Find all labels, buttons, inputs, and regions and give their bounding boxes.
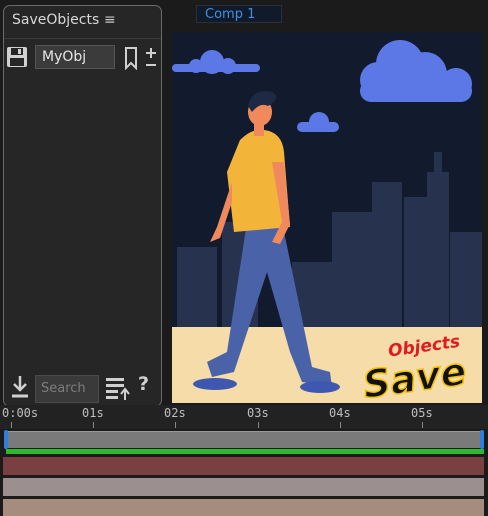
time-label: 01s [82,406,104,420]
ruler-tick [11,422,12,428]
layer-bar[interactable] [3,499,484,516]
comp-viewer: Objects Save [172,32,482,403]
help-icon[interactable]: ? [138,373,149,395]
time-ruler[interactable]: 0:00s 01s 02s 03s 04s 05s [0,405,488,429]
render-status-bar [6,449,484,454]
layer-bar[interactable] [3,457,484,475]
work-area-bar[interactable] [6,431,484,448]
saveobjects-panel: SaveObjects ≡ MyObj Search ... [3,5,162,422]
panel-title: SaveObjects [12,12,100,28]
ruler-tick [175,422,176,428]
ruler-tick [93,422,94,428]
search-input[interactable]: Search ... [35,375,99,422]
save-icon[interactable] [6,46,28,72]
work-area-start-handle[interactable] [4,430,8,449]
time-label: 05s [411,406,433,420]
tab-comp-1[interactable]: Comp 1 [196,5,282,23]
time-label: 03s [247,406,269,420]
object-name-field[interactable]: MyObj [35,45,115,69]
export-list-icon[interactable] [105,374,131,406]
ruler-tick [340,422,341,428]
ruler-tick [258,422,259,428]
time-label: 0:00s [2,406,39,420]
layer-bar[interactable] [3,478,484,496]
import-icon[interactable] [10,374,30,404]
add-object-icon[interactable] [143,46,159,74]
panel-divider [4,38,161,39]
ruler-tick [422,422,423,428]
panel-menu-button[interactable]: ≡ [104,12,116,28]
time-label: 04s [329,406,351,420]
time-label: 02s [164,406,186,420]
work-area-end-handle[interactable] [480,430,484,449]
bookmark-icon[interactable] [123,46,139,74]
